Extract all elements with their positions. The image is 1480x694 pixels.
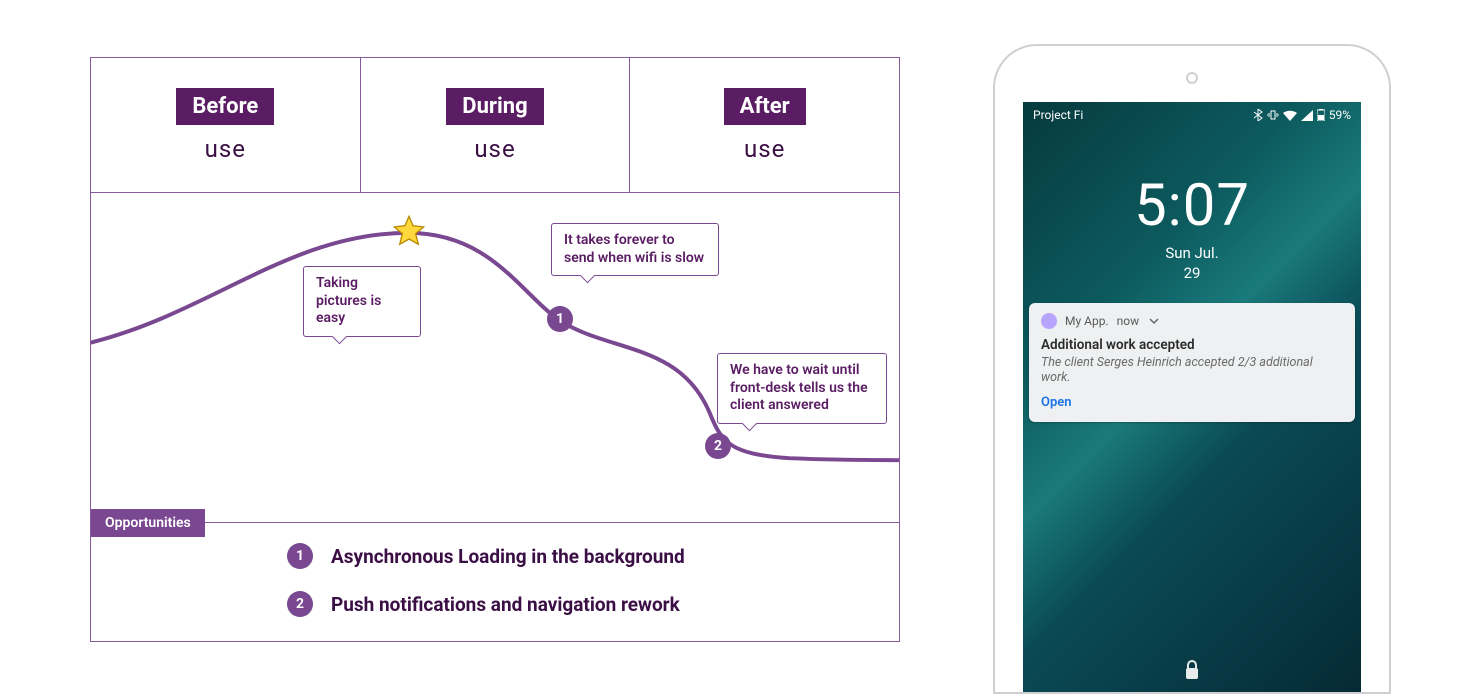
phase-sub: use: [744, 135, 785, 163]
callout-slow-wifi: It takes forever to send when wifi is sl…: [551, 223, 719, 276]
notification-title: Additional work accepted: [1041, 337, 1343, 353]
battery-percent: 59%: [1329, 108, 1351, 122]
lock-icon: [1184, 660, 1200, 684]
notification-time: now: [1117, 314, 1140, 328]
star-icon: [393, 215, 425, 247]
lockscreen-clock: 5:07: [1023, 172, 1361, 240]
opportunities-list: 1 Asynchronous Loading in the background…: [287, 543, 685, 617]
notification-header: My App. now: [1041, 313, 1343, 329]
opportunity-number: 2: [287, 591, 313, 617]
phase-tag: During: [446, 88, 543, 125]
lockscreen-date: Sun Jul. 29: [1023, 244, 1361, 283]
opportunity-text: Asynchronous Loading in the background: [331, 545, 685, 568]
phase-during: During use: [360, 58, 630, 192]
phase-before: Before use: [91, 58, 360, 192]
curve-area: Taking pictures is easy It takes forever…: [91, 193, 899, 523]
battery-icon: [1317, 109, 1325, 121]
app-icon: [1041, 313, 1057, 329]
wifi-icon: [1283, 110, 1297, 121]
notification-app-name: My App.: [1065, 314, 1109, 328]
opportunity-row: 2 Push notifications and navigation rewo…: [287, 591, 685, 617]
status-bar: Project Fi 59%: [1023, 102, 1361, 128]
callout-easy-pictures: Taking pictures is easy: [303, 266, 421, 337]
date-line-1: Sun Jul.: [1023, 244, 1361, 264]
carrier-label: Project Fi: [1033, 108, 1083, 122]
bluetooth-icon: [1253, 109, 1263, 121]
signal-icon: [1301, 110, 1313, 121]
notification-card[interactable]: My App. now Additional work accepted The…: [1029, 303, 1355, 422]
opportunity-number: 1: [287, 543, 313, 569]
phone-speaker-dot: [1186, 72, 1198, 84]
notification-body: The client Serges Heinrich accepted 2/3 …: [1041, 355, 1343, 385]
phone-lockscreen[interactable]: Project Fi 59% 5:07: [1023, 102, 1361, 692]
opportunities-section: Opportunities 1 Asynchronous Loading in …: [91, 523, 899, 641]
status-icons: 59%: [1253, 108, 1351, 122]
chevron-down-icon[interactable]: [1149, 314, 1159, 328]
phase-tag: After: [724, 88, 806, 125]
phase-sub: use: [474, 135, 515, 163]
callout-wait-frontdesk: We have to wait until front-desk tells u…: [717, 353, 887, 424]
opportunity-text: Push notifications and navigation rework: [331, 593, 680, 616]
notification-open-action[interactable]: Open: [1041, 395, 1343, 410]
phase-after: After use: [629, 58, 899, 192]
pain-point-marker-2: 2: [705, 433, 731, 459]
phase-tag: Before: [176, 88, 274, 125]
pain-point-marker-1: 1: [547, 306, 573, 332]
opportunity-row: 1 Asynchronous Loading in the background: [287, 543, 685, 569]
phase-sub: use: [205, 135, 246, 163]
vibrate-icon: [1267, 109, 1279, 121]
journey-map: Before use During use After use Taking p…: [90, 57, 900, 642]
phase-row: Before use During use After use: [91, 58, 899, 193]
phone-device-frame: Project Fi 59% 5:07: [993, 44, 1391, 694]
opportunities-tag: Opportunities: [91, 509, 205, 537]
date-line-2: 29: [1023, 264, 1361, 284]
